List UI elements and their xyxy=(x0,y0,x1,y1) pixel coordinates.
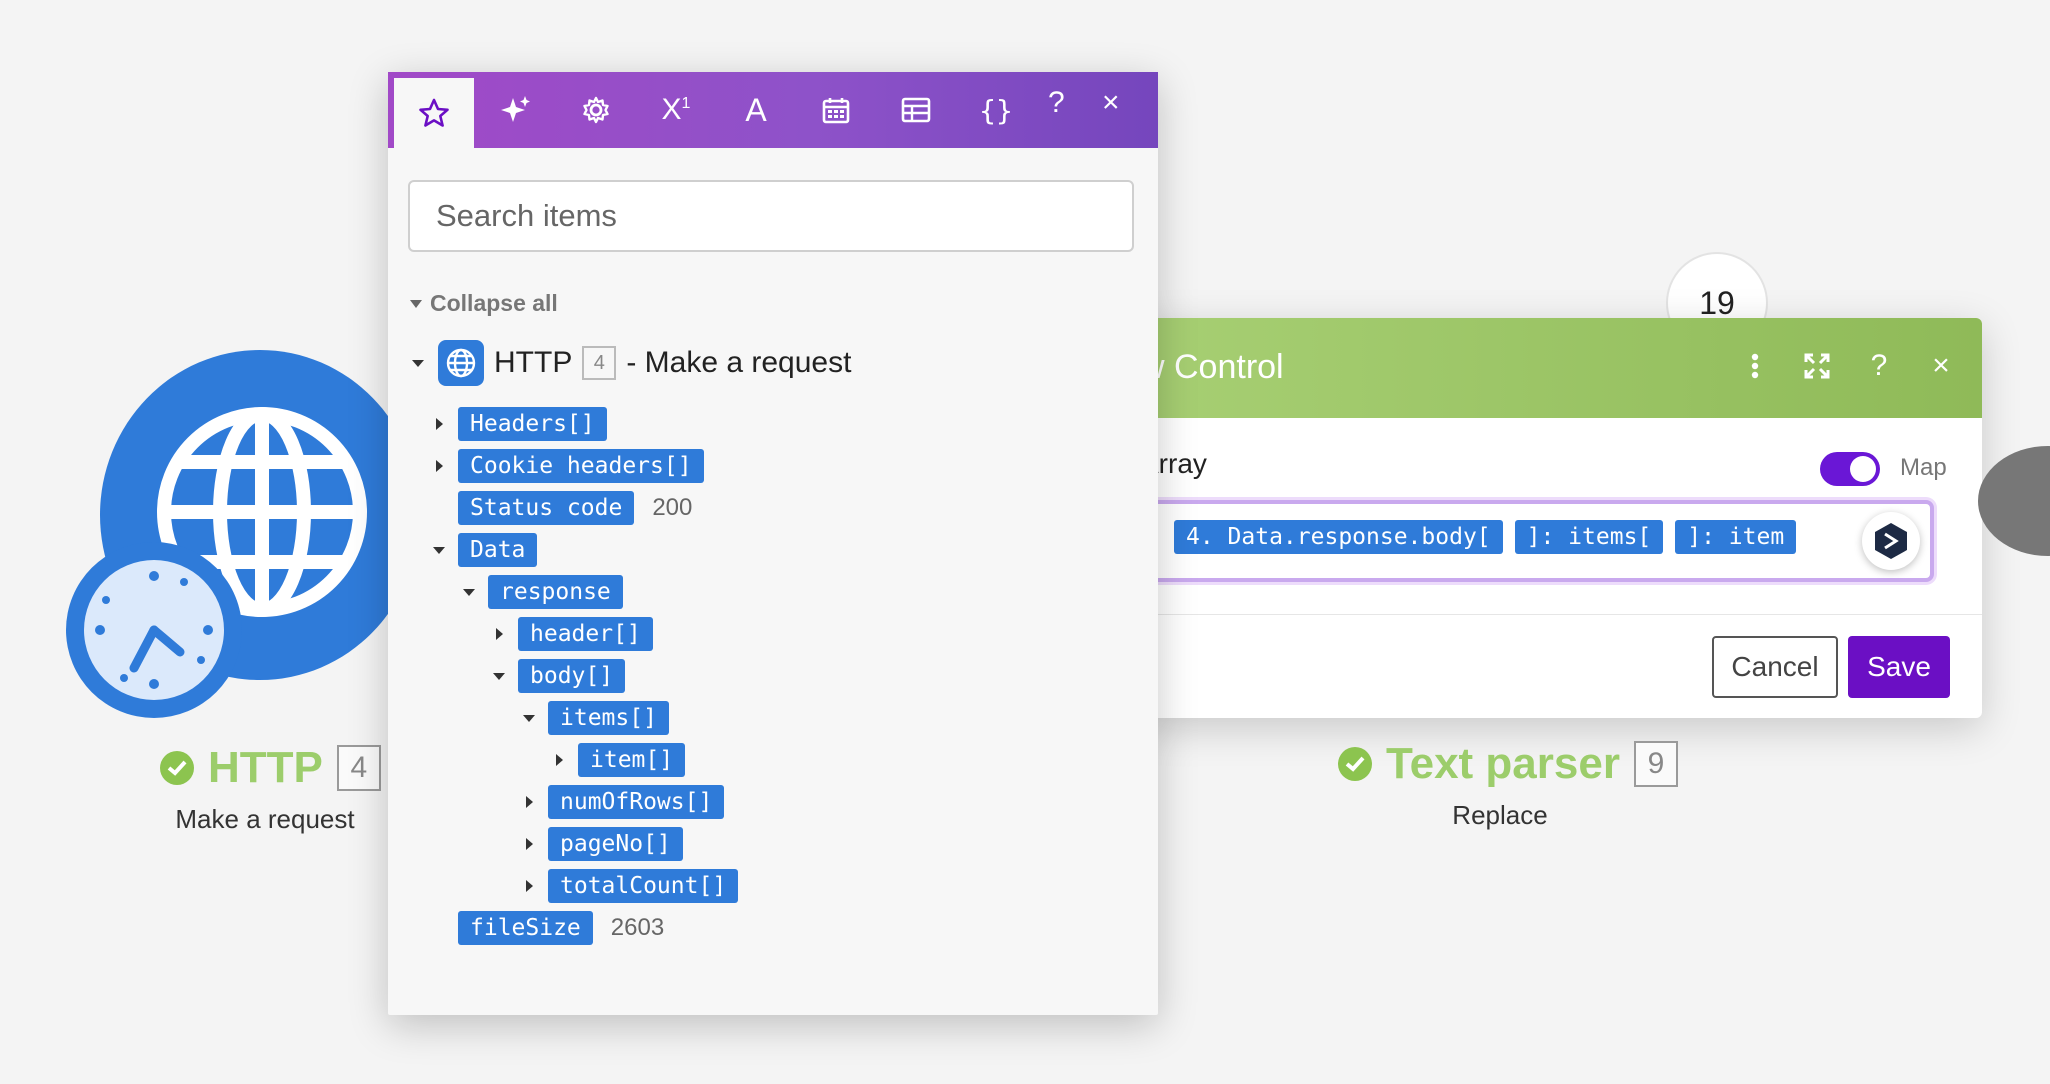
date-functions-tab[interactable] xyxy=(796,72,876,148)
caret-right-icon xyxy=(525,880,533,892)
tree-item-header[interactable]: header[] xyxy=(492,616,653,652)
cancel-button[interactable]: Cancel xyxy=(1712,636,1838,698)
check-icon xyxy=(160,751,194,785)
caret-down-icon xyxy=(433,546,445,554)
map-toggle[interactable] xyxy=(1820,452,1880,486)
search-input[interactable] xyxy=(408,180,1134,252)
superscript-icon: X1 xyxy=(661,93,691,126)
text-functions-tab[interactable]: A xyxy=(716,72,796,148)
http-node-subtitle: Make a request xyxy=(175,804,355,834)
caret-down-icon xyxy=(412,359,424,367)
clock-icon xyxy=(84,560,224,700)
caret-down-icon xyxy=(463,588,475,596)
text-parser-node-subtitle: Replace xyxy=(1452,800,1548,830)
tree-item-label[interactable]: header[] xyxy=(518,617,653,651)
save-button[interactable]: Save xyxy=(1848,636,1950,698)
collapse-all-label: Collapse all xyxy=(430,290,558,316)
text-parser-node-number: 9 xyxy=(1633,741,1678,787)
sparkles-icon xyxy=(501,96,530,122)
array-mapping-field[interactable]: 4. Data.response.body[ ]: items[ ]: item xyxy=(1140,500,1934,582)
caret-right-icon xyxy=(495,628,503,640)
config-header: w Control ? × xyxy=(1140,318,1982,418)
help-button[interactable]: ? xyxy=(1048,86,1065,120)
http-node-number: 4 xyxy=(336,745,381,791)
tree-item-data[interactable]: Data xyxy=(432,532,538,568)
next-module-node[interactable] xyxy=(1978,446,2050,556)
tree-item-label[interactable]: fileSize xyxy=(458,911,593,945)
globe-icon xyxy=(438,340,484,386)
tree-item-label[interactable]: Data xyxy=(458,533,538,567)
favorites-tab[interactable] xyxy=(394,78,474,148)
tree-item-item[interactable]: item[] xyxy=(552,742,686,778)
caret-right-icon xyxy=(555,754,563,766)
table-icon xyxy=(901,97,931,123)
tree-item-page-no[interactable]: pageNo[] xyxy=(522,826,683,862)
tree-item-value: 200 xyxy=(652,494,693,521)
tree-item-label[interactable]: totalCount[] xyxy=(548,869,739,903)
tree-item-label[interactable]: numOfRows[] xyxy=(548,785,725,819)
general-functions-tab[interactable] xyxy=(556,72,636,148)
tree-item-label[interactable]: items[] xyxy=(548,701,669,735)
tree-item-headers[interactable]: Headers[] xyxy=(432,406,607,442)
array-functions-tab[interactable] xyxy=(876,72,956,148)
http-node-title: HTTP 4 xyxy=(160,742,381,794)
module-header-http[interactable]: HTTP 4 - Make a request xyxy=(412,340,851,386)
custom-functions-tab[interactable]: {} xyxy=(956,72,1036,148)
caret-down-icon xyxy=(493,672,505,680)
mapping-panel-popup: X1 A {} ? × Collapse all HTTP 4 - Make a… xyxy=(388,72,1158,1015)
text-parser-node-name: Text parser xyxy=(1386,739,1620,788)
tree-item-num-of-rows[interactable]: numOfRows[] xyxy=(522,784,725,820)
tree-item-label[interactable]: body[] xyxy=(518,659,626,693)
tree-item-file-size[interactable]: fileSize 2603 xyxy=(432,910,664,946)
tree-item-response[interactable]: response xyxy=(462,574,623,610)
check-icon xyxy=(1338,747,1372,781)
caret-right-icon xyxy=(525,838,533,850)
module-description: - Make a request xyxy=(626,346,852,379)
tree-item-label[interactable]: item[] xyxy=(578,743,686,777)
mapping-pill[interactable]: ]: items[ xyxy=(1514,520,1664,554)
tree-item-status-code[interactable]: Status code 200 xyxy=(432,490,692,526)
mapping-pill[interactable]: ]: item xyxy=(1675,520,1797,554)
math-functions-tab[interactable]: X1 xyxy=(636,72,716,148)
close-button[interactable]: × xyxy=(1102,86,1120,120)
map-toggle-label: Map xyxy=(1900,454,1947,481)
calendar-icon xyxy=(822,98,850,124)
iterator-config-panel: w Control ? × Array Map 4. Data.response… xyxy=(1140,318,1982,718)
collapse-all-button[interactable]: Collapse all xyxy=(410,290,558,317)
tree-item-label[interactable]: pageNo[] xyxy=(548,827,683,861)
expand-icon[interactable] xyxy=(1802,344,1832,388)
tree-item-label[interactable]: Headers[] xyxy=(458,407,607,441)
help-icon[interactable]: ? xyxy=(1864,344,1894,388)
caret-right-icon xyxy=(435,418,443,430)
braces-icon: {} xyxy=(979,93,1013,127)
tree-item-label[interactable]: Cookie headers[] xyxy=(458,449,704,483)
text-parser-node-title: Text parser 9 xyxy=(1338,738,1678,790)
tree-item-label[interactable]: Status code xyxy=(458,491,635,525)
module-number: 4 xyxy=(582,346,617,380)
config-title: w Control xyxy=(1140,348,1284,386)
tree-item-body[interactable]: body[] xyxy=(492,658,626,694)
function-tabs: X1 A {} ? × xyxy=(388,72,1158,148)
tree-item-total-count[interactable]: totalCount[] xyxy=(522,868,739,904)
caret-down-icon xyxy=(523,714,535,722)
tree-item-label[interactable]: response xyxy=(488,575,623,609)
divider xyxy=(1140,614,1982,615)
tree-item-items[interactable]: items[] xyxy=(522,700,669,736)
module-name: HTTP xyxy=(494,346,573,379)
caret-down-icon xyxy=(410,299,422,308)
text-icon: A xyxy=(745,91,767,128)
caret-right-icon xyxy=(525,796,533,808)
more-options-icon[interactable] xyxy=(1740,344,1770,388)
tree-item-value: 2603 xyxy=(610,914,665,941)
tree-item-cookie-headers[interactable]: Cookie headers[] xyxy=(432,448,704,484)
ai-assist-icon[interactable] xyxy=(1862,512,1920,570)
star-icon xyxy=(419,98,449,127)
caret-right-icon xyxy=(435,460,443,472)
http-node-name: HTTP xyxy=(208,743,323,792)
close-icon[interactable]: × xyxy=(1926,344,1956,388)
ai-tab[interactable] xyxy=(476,72,556,148)
mapping-pill[interactable]: 4. Data.response.body[ xyxy=(1174,520,1503,554)
gear-icon xyxy=(583,96,609,124)
